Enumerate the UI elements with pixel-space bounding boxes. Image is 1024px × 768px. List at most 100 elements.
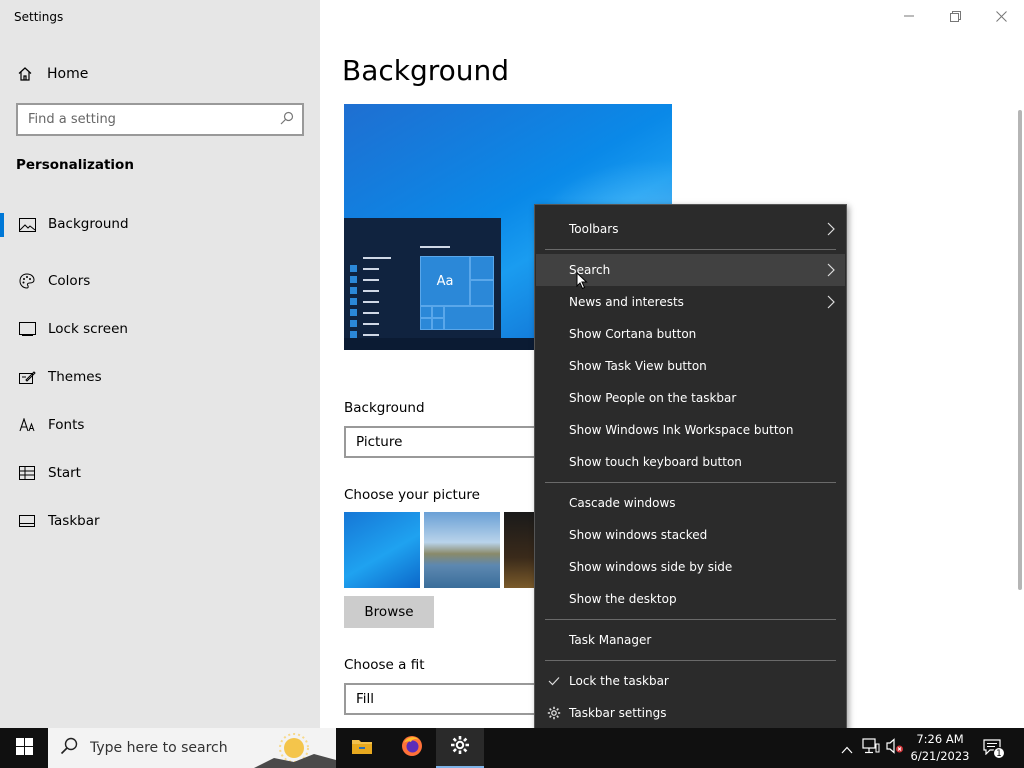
start-button[interactable] <box>0 728 48 768</box>
taskbar-icon <box>18 512 36 530</box>
picture-thumbnail[interactable] <box>504 512 534 588</box>
menu-item-label: Show windows side by side <box>569 560 733 574</box>
taskbar-file-explorer[interactable] <box>338 728 386 768</box>
menu-item-label: News and interests <box>569 295 684 309</box>
firefox-icon <box>401 735 423 761</box>
taskbar-settings[interactable] <box>436 728 484 768</box>
page-title: Background <box>342 54 510 87</box>
chevron-right-icon <box>827 263 835 280</box>
menu-item-show-touch-keyboard[interactable]: Show touch keyboard button <box>536 446 845 478</box>
volume-muted-icon <box>886 738 904 758</box>
gear-icon <box>546 705 562 721</box>
home-icon <box>16 65 34 83</box>
taskbar-search-box[interactable] <box>48 728 336 768</box>
fit-value: Fill <box>356 691 375 707</box>
preview-sample-text: Aa <box>436 273 454 289</box>
search-icon[interactable] <box>280 110 294 129</box>
background-label: Background <box>344 400 425 416</box>
menu-item-lock-taskbar[interactable]: Lock the taskbar <box>536 665 845 697</box>
sidebar-item-label: Background <box>48 216 129 232</box>
background-value: Picture <box>356 434 403 450</box>
picture-icon <box>18 216 36 234</box>
find-setting-input[interactable] <box>28 112 280 127</box>
sidebar-item-label: Start <box>48 465 81 481</box>
menu-item-label: Lock the taskbar <box>569 674 669 688</box>
checkmark-icon <box>546 673 562 689</box>
network-tray-button[interactable] <box>860 728 882 768</box>
page-scrollbar[interactable] <box>1018 110 1022 590</box>
picture-thumbnail[interactable] <box>344 512 420 588</box>
chevron-right-icon <box>827 295 835 312</box>
volume-tray-button[interactable] <box>884 728 906 768</box>
menu-item-show-desktop[interactable]: Show the desktop <box>536 583 845 615</box>
menu-item-cascade-windows[interactable]: Cascade windows <box>536 487 845 519</box>
menu-item-label: Taskbar settings <box>569 706 667 720</box>
start-icon <box>18 464 36 482</box>
menu-separator <box>545 660 836 661</box>
menu-item-show-people[interactable]: Show People on the taskbar <box>536 382 845 414</box>
search-icon <box>60 737 78 759</box>
menu-item-label: Cascade windows <box>569 496 676 510</box>
home-label: Home <box>47 66 89 82</box>
find-setting-box[interactable] <box>16 103 304 136</box>
close-icon <box>995 10 1007 22</box>
picture-thumbnails <box>344 512 534 588</box>
menu-item-show-windows-stacked[interactable]: Show windows stacked <box>536 519 845 551</box>
menu-separator <box>545 482 836 483</box>
sidebar: Settings Home Personalization Background <box>0 0 320 728</box>
menu-item-show-task-view-button[interactable]: Show Task View button <box>536 350 845 382</box>
sidebar-item-label: Fonts <box>48 417 85 433</box>
menu-item-label: Task Manager <box>569 633 652 647</box>
chevron-up-icon <box>841 739 853 758</box>
window-title: Settings <box>14 10 64 24</box>
windows-logo-icon <box>15 737 33 759</box>
clock-date: 6/21/2023 <box>910 749 970 763</box>
action-center-button[interactable]: 1 <box>980 728 1006 768</box>
menu-item-label: Show the desktop <box>569 592 677 606</box>
menu-separator <box>545 619 836 620</box>
close-button[interactable] <box>978 0 1024 32</box>
chevron-right-icon <box>827 222 835 239</box>
folder-icon <box>351 737 373 759</box>
minimize-button[interactable] <box>886 0 932 32</box>
restore-button[interactable] <box>932 0 978 32</box>
show-hidden-icons-button[interactable] <box>838 728 856 768</box>
sidebar-item-themes[interactable]: Themes <box>0 353 320 401</box>
network-icon <box>862 738 880 758</box>
notification-icon: 1 <box>983 738 1005 759</box>
sidebar-item-label: Colors <box>48 273 91 289</box>
menu-item-show-cortana-button[interactable]: Show Cortana button <box>536 318 845 350</box>
sidebar-item-label: Taskbar <box>48 513 100 529</box>
search-highlight-image <box>254 728 336 768</box>
home-link[interactable]: Home <box>16 62 88 86</box>
mouse-cursor-icon <box>576 271 588 294</box>
sidebar-item-fonts[interactable]: Fonts <box>0 401 320 449</box>
sidebar-item-label: Lock screen <box>48 321 128 337</box>
menu-item-show-windows-side-by-side[interactable]: Show windows side by side <box>536 551 845 583</box>
sidebar-item-lock-screen[interactable]: Lock screen <box>0 305 320 353</box>
sidebar-nav: Background Colors Lock screen Themes Fon… <box>0 209 320 545</box>
sidebar-item-start[interactable]: Start <box>0 449 320 497</box>
browse-button[interactable]: Browse <box>344 596 434 628</box>
menu-item-show-ink-workspace[interactable]: Show Windows Ink Workspace button <box>536 414 845 446</box>
choose-picture-label: Choose your picture <box>344 487 480 503</box>
taskbar-search-input[interactable] <box>90 740 260 756</box>
menu-item-task-manager[interactable]: Task Manager <box>536 624 845 656</box>
sidebar-item-taskbar[interactable]: Taskbar <box>0 497 320 545</box>
menu-item-label: Toolbars <box>569 222 619 236</box>
sidebar-item-colors[interactable]: Colors <box>0 257 320 305</box>
sidebar-item-background[interactable]: Background <box>0 209 320 257</box>
taskbar-clock[interactable]: 7:26 AM 6/21/2023 <box>906 731 974 765</box>
taskbar: 7:26 AM 6/21/2023 1 <box>0 728 1024 768</box>
taskbar-firefox[interactable] <box>388 728 436 768</box>
menu-item-label: Show Task View button <box>569 359 707 373</box>
choose-fit-label: Choose a fit <box>344 657 425 673</box>
settings-window: Settings Home Personalization Background <box>0 0 1024 728</box>
menu-item-toolbars[interactable]: Toolbars <box>536 213 845 245</box>
sidebar-item-label: Themes <box>48 369 102 385</box>
picture-thumbnail[interactable] <box>424 512 500 588</box>
menu-item-label: Show touch keyboard button <box>569 455 742 469</box>
menu-item-taskbar-settings[interactable]: Taskbar settings <box>536 697 845 729</box>
restore-icon <box>949 10 961 22</box>
fonts-icon <box>18 416 36 434</box>
